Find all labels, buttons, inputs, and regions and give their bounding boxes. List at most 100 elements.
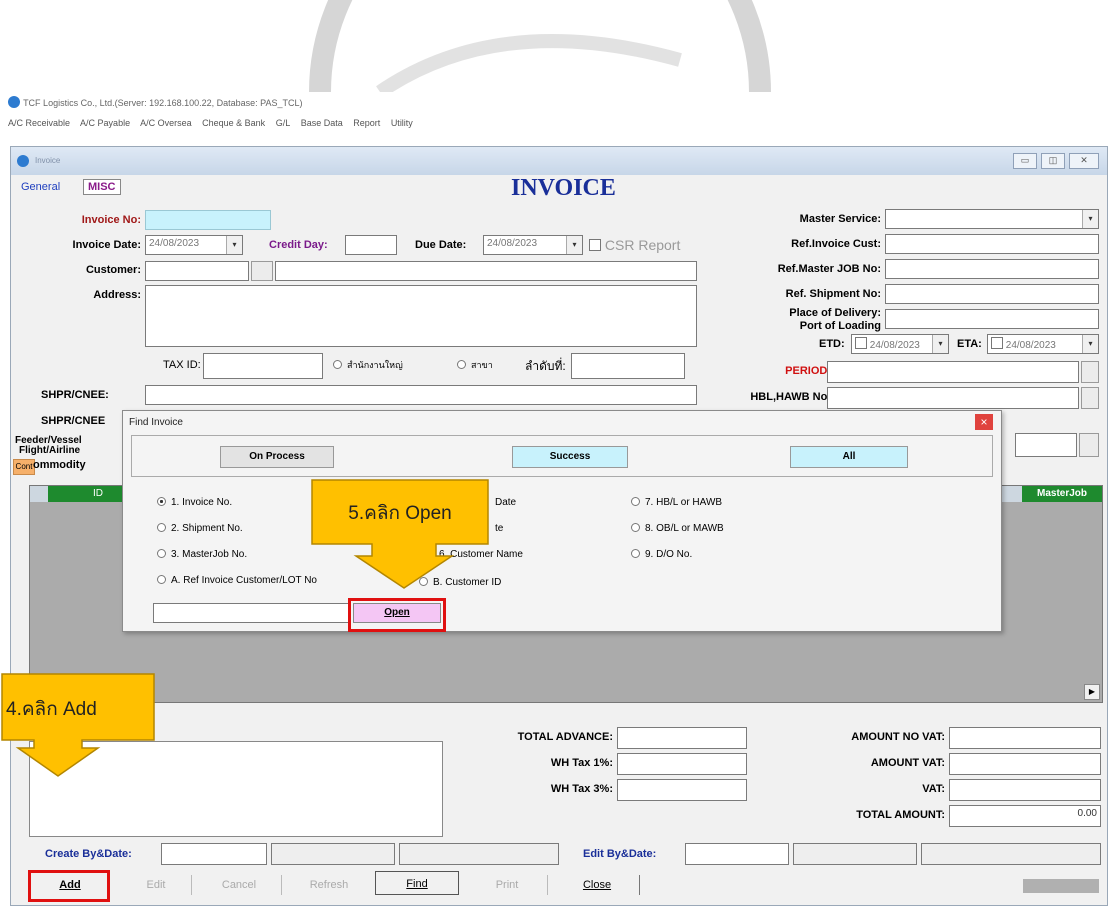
branch-no-field[interactable] bbox=[571, 353, 685, 379]
tab-all[interactable]: All bbox=[790, 446, 908, 468]
edit-by-field[interactable] bbox=[685, 843, 789, 865]
eta-field[interactable]: 24/08/2023 ▾ bbox=[987, 334, 1099, 354]
menu-item-base[interactable]: Base Data bbox=[301, 118, 343, 128]
create-by-field[interactable] bbox=[161, 843, 267, 865]
etd-label: ETD: bbox=[819, 338, 845, 350]
flight-airline-label: Flight/Airline bbox=[19, 445, 81, 456]
tab-general[interactable]: General bbox=[21, 181, 60, 193]
ref-shipment-field[interactable] bbox=[885, 284, 1099, 304]
commodity-label: ommodity bbox=[33, 459, 86, 471]
search-option-shipment-no[interactable]: 2. Shipment No. bbox=[157, 523, 243, 534]
csr-report-checkbox[interactable]: CSR Report bbox=[589, 237, 680, 253]
menu-item-utility[interactable]: Utility bbox=[391, 118, 413, 128]
place-of-delivery-field[interactable] bbox=[885, 309, 1099, 329]
search-option-te[interactable]: te bbox=[495, 523, 503, 534]
shpr-cnee-label: SHPR/CNEE: bbox=[41, 389, 109, 401]
window-title-bar: Invoice ▭ ◫ ✕ bbox=[11, 147, 1107, 175]
dialog-close-button[interactable]: × bbox=[975, 414, 993, 430]
search-option-ref-invoice[interactable]: A. Ref Invoice Customer/LOT No bbox=[157, 575, 317, 586]
edit-date-field[interactable] bbox=[793, 843, 917, 865]
address-field[interactable] bbox=[145, 285, 697, 347]
cancel-button[interactable]: Cancel bbox=[197, 875, 282, 895]
head-office-radio[interactable]: สำนักงานใหญ่ bbox=[333, 358, 403, 372]
menu-item-ar[interactable]: A/C Receivable bbox=[8, 118, 70, 128]
watermark-logo bbox=[300, 0, 780, 92]
period-lookup-button[interactable] bbox=[1081, 361, 1099, 383]
master-service-label: Master Service: bbox=[799, 213, 881, 225]
status-indicator bbox=[1023, 879, 1099, 893]
customer-code-field[interactable] bbox=[145, 261, 249, 281]
right-extra-field[interactable] bbox=[1015, 433, 1077, 457]
grid-scroll-right-button[interactable]: ▶ bbox=[1084, 684, 1100, 700]
shpr-cnee-field[interactable] bbox=[145, 385, 697, 405]
find-button[interactable]: Find bbox=[375, 871, 459, 895]
menu-item-cheque[interactable]: Cheque & Bank bbox=[202, 118, 265, 128]
customer-lookup-button[interactable] bbox=[251, 261, 273, 281]
dialog-title: Find Invoice bbox=[129, 417, 183, 428]
search-option-do-no[interactable]: 9. D/O No. bbox=[631, 549, 692, 560]
grid-header-masterjob[interactable]: MasterJob bbox=[1022, 486, 1102, 502]
tax-id-field[interactable] bbox=[203, 353, 323, 379]
menu-item-gl[interactable]: G/L bbox=[276, 118, 291, 128]
page-title: INVOICE bbox=[511, 175, 616, 201]
cont-button[interactable]: Cont bbox=[13, 459, 35, 475]
hbl-hawb-field[interactable] bbox=[827, 387, 1079, 409]
menu-item-report[interactable]: Report bbox=[353, 118, 380, 128]
callout-add-text: 4.คลิก Add bbox=[6, 699, 97, 720]
search-option-date[interactable]: Date bbox=[495, 497, 516, 508]
branch-radio[interactable]: สาขา bbox=[457, 358, 493, 372]
close-button[interactable]: Close bbox=[555, 875, 640, 895]
amount-no-vat-field[interactable] bbox=[949, 727, 1101, 749]
wh-tax-1-field[interactable] bbox=[617, 753, 747, 775]
tax-id-label: TAX ID: bbox=[163, 359, 201, 371]
edit-by-label: Edit By&Date: bbox=[583, 848, 657, 860]
search-option-obl-mawb[interactable]: 8. OB/L or MAWB bbox=[631, 523, 724, 534]
invoice-no-field[interactable] bbox=[145, 210, 271, 230]
credit-day-label: Credit Day: bbox=[269, 239, 328, 251]
etd-field[interactable]: 24/08/2023 ▾ bbox=[851, 334, 949, 354]
right-extra-lookup-button[interactable] bbox=[1079, 433, 1099, 457]
due-date-field[interactable]: 24/08/2023 ▾ bbox=[483, 235, 583, 255]
menu-item-ap[interactable]: A/C Payable bbox=[80, 118, 130, 128]
branch-no-label: ลำดับที่: bbox=[525, 359, 566, 373]
invoice-date-label: Invoice Date: bbox=[72, 239, 141, 251]
period-field[interactable] bbox=[827, 361, 1079, 383]
tab-success[interactable]: Success bbox=[512, 446, 628, 468]
close-window-button[interactable]: ✕ bbox=[1069, 153, 1099, 169]
customer-name-field[interactable] bbox=[275, 261, 697, 281]
search-option-hbl-hawb[interactable]: 7. HB/L or HAWB bbox=[631, 497, 722, 508]
open-button-highlight bbox=[348, 598, 446, 632]
wh-tax-3-field[interactable] bbox=[617, 779, 747, 801]
total-amount-field[interactable]: 0.00 bbox=[949, 805, 1101, 827]
create-extra-field[interactable] bbox=[399, 843, 559, 865]
minimize-button[interactable]: ▭ bbox=[1013, 153, 1037, 169]
due-date-label: Due Date: bbox=[415, 239, 467, 251]
menu-item-oversea[interactable]: A/C Oversea bbox=[140, 118, 192, 128]
vat-label: VAT: bbox=[922, 783, 945, 795]
refresh-button[interactable]: Refresh bbox=[287, 875, 371, 895]
find-invoice-dialog: Find Invoice × On Process Success All 1.… bbox=[122, 410, 1002, 632]
callout-open: 5.คลิก Open bbox=[310, 478, 490, 590]
tab-misc[interactable]: MISC bbox=[83, 179, 121, 195]
search-input[interactable] bbox=[153, 603, 349, 623]
edit-button[interactable]: Edit bbox=[121, 875, 192, 895]
ref-master-job-field[interactable] bbox=[885, 259, 1099, 279]
hbl-lookup-button[interactable] bbox=[1081, 387, 1099, 409]
edit-extra-field[interactable] bbox=[921, 843, 1101, 865]
create-date-field[interactable] bbox=[271, 843, 395, 865]
credit-day-field[interactable] bbox=[345, 235, 397, 255]
master-service-select[interactable]: ▾ bbox=[885, 209, 1099, 229]
total-advance-field[interactable] bbox=[617, 727, 747, 749]
amount-vat-field[interactable] bbox=[949, 753, 1101, 775]
wh-tax-3-label: WH Tax 3%: bbox=[550, 783, 613, 795]
print-button[interactable]: Print bbox=[467, 875, 548, 895]
ref-invoice-cust-field[interactable] bbox=[885, 234, 1099, 254]
dialog-tab-strip: On Process Success All bbox=[131, 435, 993, 477]
restore-button[interactable]: ◫ bbox=[1041, 153, 1065, 169]
tab-on-process[interactable]: On Process bbox=[220, 446, 334, 468]
search-option-master-job[interactable]: 3. MasterJob No. bbox=[157, 549, 247, 560]
search-option-invoice-no[interactable]: 1. Invoice No. bbox=[157, 497, 232, 508]
vat-field[interactable] bbox=[949, 779, 1101, 801]
invoice-date-field[interactable]: 24/08/2023 ▾ bbox=[145, 235, 243, 255]
invoice-no-label: Invoice No: bbox=[81, 214, 141, 226]
